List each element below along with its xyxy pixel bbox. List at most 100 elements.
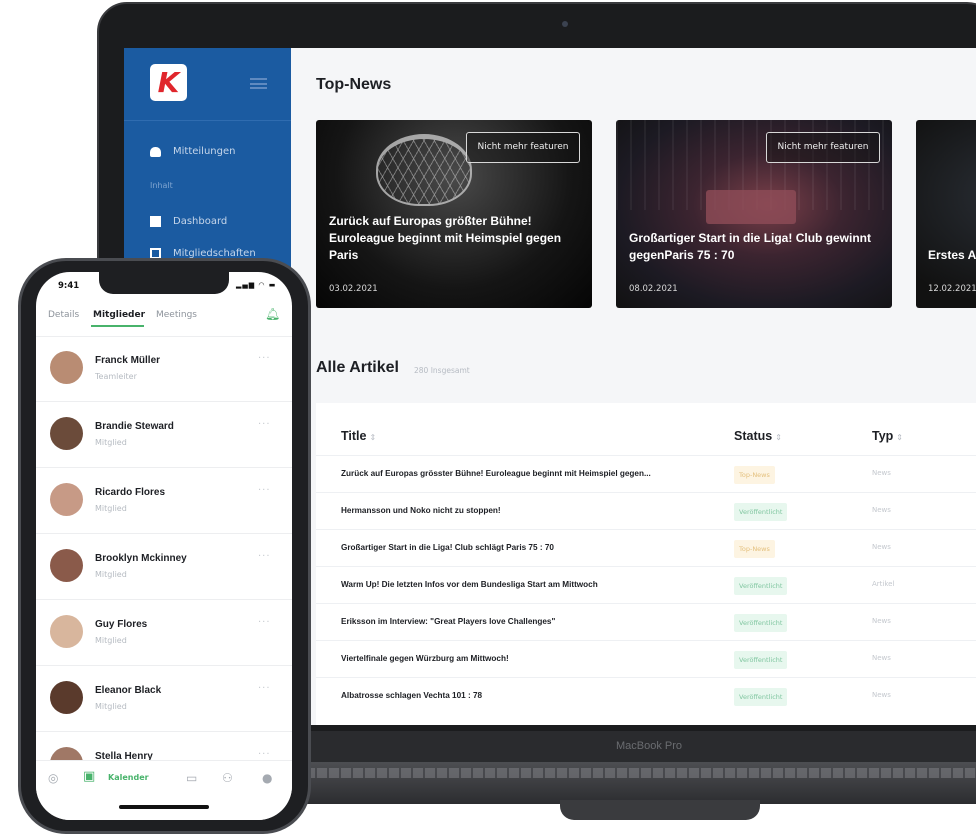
more-icon[interactable]: ··· [258, 551, 271, 562]
article-title: Großartiger Start in die Liga! Club schl… [341, 543, 554, 552]
status-badge: Veröffentlicht [734, 614, 788, 632]
article-type: News [872, 617, 891, 625]
member-role: Teamleiter [95, 372, 137, 381]
globe-icon[interactable]: ◎ [48, 771, 58, 785]
table-row[interactable]: Hermansson und Noko nicht zu stoppen! Ve… [316, 492, 976, 529]
article-title: Albatrosse schlagen Vechta 101 : 78 [341, 691, 483, 700]
laptop-model-label: MacBook Pro [616, 740, 683, 752]
article-type: News [872, 506, 891, 514]
more-icon[interactable]: ··· [258, 617, 271, 628]
list-item[interactable]: Brandie Steward Mitglied ··· [36, 403, 292, 468]
sort-icon[interactable]: ⇕ [896, 433, 903, 442]
dashboard-icon [150, 216, 161, 227]
avatar [50, 615, 83, 648]
top-news-heading: Top-News [316, 76, 392, 93]
news-card[interactable]: Nicht mehr featuren Großartiger Start in… [616, 120, 892, 308]
member-role: Mitglied [95, 702, 127, 711]
article-title: Hermansson und Noko nicht zu stoppen! [341, 506, 501, 515]
arena-court-image [706, 190, 796, 224]
member-name: Guy Flores [95, 619, 148, 630]
column-header-title[interactable]: Title ⇕ [341, 429, 376, 443]
marketing-mockup: K Mitteilungen Inhalt Dashboard Mitglied… [0, 0, 976, 839]
news-card[interactable]: Nicht mehr featuren Zurück auf Europas g… [316, 120, 592, 308]
column-header-label: Typ [872, 429, 894, 443]
tab-mitglieder[interactable]: Mitglieder [93, 310, 145, 320]
menu-toggle-icon[interactable] [250, 78, 267, 89]
news-card-date: 03.02.2021 [329, 284, 378, 294]
list-item[interactable]: Brooklyn Mckinney Mitglied ··· [36, 535, 292, 600]
member-role: Mitglied [95, 570, 127, 579]
status-badge: Veröffentlicht [734, 503, 788, 521]
sidebar-item-dashboard[interactable]: Dashboard [150, 216, 227, 227]
article-type: News [872, 691, 891, 699]
list-item[interactable]: Guy Flores Mitglied ··· [36, 601, 292, 666]
table-row[interactable]: Eriksson im Interview: "Great Players lo… [316, 603, 976, 640]
calendar-icon[interactable]: ▣ [83, 769, 95, 784]
nav-kalender-label[interactable]: Kalender [108, 773, 149, 782]
list-item[interactable]: Ricardo Flores Mitglied ··· [36, 469, 292, 534]
article-type: News [872, 469, 891, 477]
active-tab-indicator [91, 325, 144, 327]
avatar [50, 417, 83, 450]
bell-icon[interactable]: 🔔︎ [265, 307, 280, 321]
column-header-typ[interactable]: Typ ⇕ [872, 429, 903, 443]
table-row[interactable]: Großartiger Start in die Liga! Club schl… [316, 529, 976, 566]
unfeature-button[interactable]: Nicht mehr featuren [466, 132, 580, 163]
member-name: Brandie Steward [95, 421, 174, 432]
avatar [50, 483, 83, 516]
article-title: Eriksson im Interview: "Great Players lo… [341, 617, 556, 626]
article-type: News [872, 543, 891, 551]
column-header-label: Status [734, 429, 773, 443]
table-row[interactable]: Warm Up! Die letzten Infos vor dem Bunde… [316, 566, 976, 603]
news-card-title: Erstes A [928, 248, 976, 262]
more-icon[interactable]: ··· [258, 683, 271, 694]
article-title: Zurück auf Europas grösster Bühne! Eurol… [341, 469, 651, 478]
profile-avatar-icon[interactable]: ● [262, 771, 272, 785]
laptop-foot [560, 800, 760, 820]
sidebar-item-label: Mitteilungen [173, 146, 236, 157]
news-card[interactable]: Erstes A 12.02.2021 [916, 120, 976, 308]
news-card-date: 12.02.2021 [928, 284, 976, 294]
member-role: Mitglied [95, 438, 127, 447]
table-row[interactable]: Zurück auf Europas grösster Bühne! Eurol… [316, 455, 976, 492]
member-role: Mitglied [95, 504, 127, 513]
more-icon[interactable]: ··· [258, 485, 271, 496]
status-time: 9:41 [58, 281, 80, 291]
article-type: Artikel [872, 580, 895, 588]
unfeature-button[interactable]: Nicht mehr featuren [766, 132, 880, 163]
list-item[interactable]: Franck Müller Teamleiter ··· [36, 337, 292, 402]
phone-notch [99, 272, 229, 294]
user-icon[interactable]: ⚇ [222, 771, 233, 785]
sidebar-section-label: Inhalt [150, 181, 173, 190]
news-card-title: Großartiger Start in die Liga! Club gewi… [629, 231, 872, 262]
sidebar-item-mitteilungen[interactable]: Mitteilungen [150, 146, 235, 157]
article-title: Viertelfinale gegen Würzburg am Mittwoch… [341, 654, 509, 663]
table-row[interactable]: Albatrosse schlagen Vechta 101 : 78 Verö… [316, 677, 976, 714]
phone-screen: 9:41 ▂▄▆ ◠ ▬ Details Mitglieder Meetings… [36, 272, 292, 820]
all-articles-heading: Alle Artikel [316, 359, 399, 376]
status-badge: Veröffentlicht [734, 651, 788, 669]
tab-meetings[interactable]: Meetings [156, 310, 197, 320]
avatar [50, 351, 83, 384]
article-count: 280 Insgesamt [414, 366, 470, 375]
app-logo[interactable]: K [150, 64, 187, 101]
more-icon[interactable]: ··· [258, 353, 271, 364]
keyboard-keys [305, 768, 976, 778]
more-icon[interactable]: ··· [258, 749, 271, 760]
sort-icon[interactable]: ⇕ [369, 433, 376, 442]
list-item[interactable]: Eleanor Black Mitglied ··· [36, 667, 292, 732]
column-header-status[interactable]: Status ⇕ [734, 429, 782, 443]
member-name: Brooklyn Mckinney [95, 553, 187, 564]
sort-icon[interactable]: ⇕ [775, 433, 782, 442]
column-header-label: Title [341, 429, 367, 443]
contacts-icon[interactable]: ▭ [186, 771, 197, 785]
news-card-title: Zurück auf Europas größter Bühne! Eurole… [329, 214, 562, 262]
more-icon[interactable]: ··· [258, 419, 271, 430]
tab-details[interactable]: Details [48, 310, 79, 320]
bell-icon [150, 146, 161, 157]
table-row[interactable]: Viertelfinale gegen Würzburg am Mittwoch… [316, 640, 976, 677]
avatar [50, 681, 83, 714]
member-name: Eleanor Black [95, 685, 162, 696]
bottom-nav: ◎ ▣ Kalender ▭ ⚇ ● [36, 760, 292, 820]
sidebar-item-label: Dashboard [173, 216, 228, 227]
